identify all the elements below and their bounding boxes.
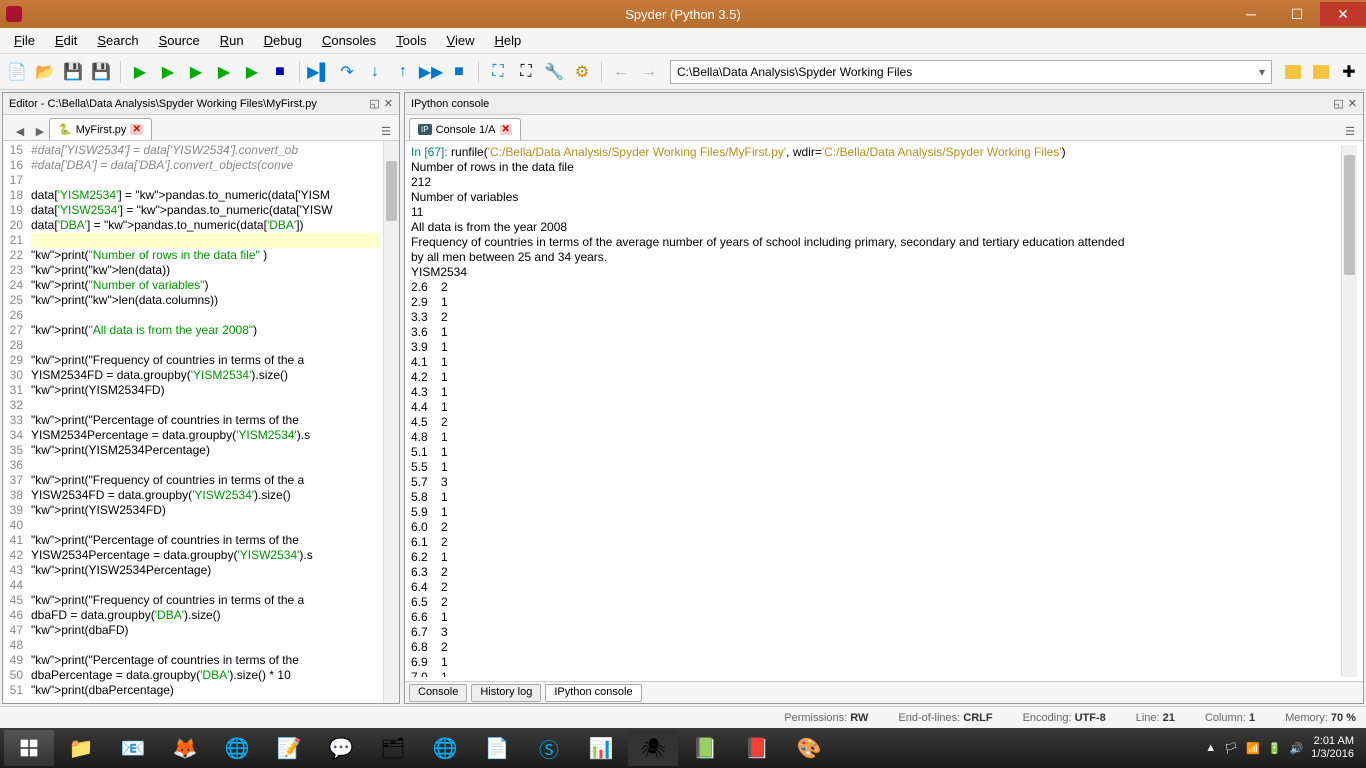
maximize-pane-button[interactable]: ⛶ (485, 59, 511, 85)
ipython-icon: IP (418, 124, 432, 135)
editor-tab[interactable]: 🐍 MyFirst.py ✕ (49, 118, 152, 140)
menu-tools[interactable]: Tools (388, 30, 434, 51)
step-over-button[interactable]: ↷ (334, 59, 360, 85)
tab-options-icon[interactable]: ☰ (377, 122, 395, 140)
chrome-task[interactable]: 🌐 (212, 730, 262, 766)
save-all-button[interactable]: 💾 (88, 59, 114, 85)
tray-clock[interactable]: 2:01 AM 1/3/2016 (1311, 735, 1354, 761)
main-toolbar: 📄 📂 💾 💾 ▶ ▶ ▶ ▶ ▶ ■ ▶▌ ↷ ↓ ↑ ▶▶ ■ ⛶ ⛶ 🔧 … (0, 54, 1366, 90)
console-bottom-tabs: ConsoleHistory logIPython console (405, 681, 1363, 703)
pane-undock-icon[interactable]: ◱ (1333, 97, 1343, 110)
start-button[interactable] (4, 730, 54, 766)
pane-close-icon[interactable]: ✕ (384, 97, 393, 110)
app-icon (6, 6, 22, 22)
run-button[interactable]: ▶ (127, 59, 153, 85)
browse-dir-button[interactable] (1280, 59, 1306, 85)
tab-close-icon[interactable]: ✕ (130, 124, 142, 135)
editor-pane: Editor - C:\Bella\Data Analysis\Spyder W… (2, 92, 400, 704)
prev-tab-icon[interactable]: ◀ (11, 122, 29, 140)
preferences-button[interactable]: 🔧 (541, 59, 567, 85)
stop-debug-button[interactable]: ■ (446, 59, 472, 85)
save-button[interactable]: 💾 (60, 59, 86, 85)
menu-consoles[interactable]: Consoles (314, 30, 384, 51)
excel-task[interactable]: 📗 (680, 730, 730, 766)
parent-dir-button[interactable] (1308, 59, 1334, 85)
outlook-task[interactable]: 📧 (108, 730, 158, 766)
run-cell-button[interactable]: ▶ (155, 59, 181, 85)
close-button[interactable]: ✕ (1320, 2, 1366, 26)
console-pane-title: IPython console ◱ ✕ (405, 93, 1363, 115)
paint-task[interactable]: 🎨 (784, 730, 834, 766)
notepadpp-task[interactable]: 📝 (264, 730, 314, 766)
bottom-tab-console[interactable]: Console (409, 684, 467, 702)
continue-button[interactable]: ▶▶ (418, 59, 444, 85)
word-task[interactable]: 📄 (472, 730, 522, 766)
maximize-button[interactable]: ☐ (1274, 2, 1320, 26)
forward-button[interactable]: → (636, 59, 662, 85)
app-task-2[interactable]: 🌐 (420, 730, 470, 766)
menu-source[interactable]: Source (151, 30, 208, 51)
console-output[interactable]: In [67]: runfile('C:/Bella/Data Analysis… (405, 141, 1363, 681)
fullscreen-button[interactable]: ⛶ (513, 59, 539, 85)
new-file-button[interactable]: 📄 (4, 59, 30, 85)
acrobat-task[interactable]: 📕 (732, 730, 782, 766)
bottom-tab-ipython-console[interactable]: IPython console (545, 684, 641, 702)
step-into-button[interactable]: ↓ (362, 59, 388, 85)
editor-pane-title: Editor - C:\Bella\Data Analysis\Spyder W… (3, 93, 399, 115)
minimize-button[interactable]: ─ (1228, 2, 1274, 26)
menu-search[interactable]: Search (89, 30, 146, 51)
back-button[interactable]: ← (608, 59, 634, 85)
menu-run[interactable]: Run (212, 30, 252, 51)
tray-up-icon[interactable]: ▲ (1205, 742, 1216, 754)
editor-scrollbar[interactable] (383, 141, 399, 703)
step-out-button[interactable]: ↑ (390, 59, 416, 85)
app-task-1[interactable]: 🗂 (368, 730, 418, 766)
set-dir-button[interactable]: ✚ (1336, 59, 1362, 85)
console-tab[interactable]: IP Console 1/A ✕ (409, 118, 521, 140)
menu-view[interactable]: View (439, 30, 483, 51)
console-pane: IPython console ◱ ✕ IP Console 1/A ✕ ☰ I… (404, 92, 1364, 704)
tray-battery-icon[interactable]: 🔋 (1268, 742, 1282, 755)
spyder-task[interactable]: 🕷 (628, 730, 678, 766)
firefox-task[interactable]: 🦊 (160, 730, 210, 766)
menu-file[interactable]: File (6, 30, 43, 51)
run-selection-button[interactable]: ▶ (211, 59, 237, 85)
tray-network-icon[interactable]: 📶 (1246, 742, 1260, 755)
tab-close-icon[interactable]: ✕ (500, 124, 512, 135)
menu-bar: FileEditSearchSourceRunDebugConsolesTool… (0, 28, 1366, 54)
code-editor[interactable]: 1516171819202122232425262728293031323334… (3, 141, 399, 703)
run-cell-advance-button[interactable]: ▶ (183, 59, 209, 85)
status-bar: Permissions: RW End-of-lines: CRLF Encod… (0, 706, 1366, 728)
skype-task[interactable]: Ⓢ (524, 730, 574, 766)
windows-taskbar: 📁 📧 🦊 🌐 📝 💬 🗂 🌐 📄 Ⓢ 📊 🕷 📗 📕 🎨 ▲ 🏳 📶 🔋 🔊 … (0, 728, 1366, 768)
run-again-button[interactable]: ▶ (239, 59, 265, 85)
pane-undock-icon[interactable]: ◱ (369, 97, 379, 110)
console-options-icon[interactable]: ☰ (1341, 122, 1359, 140)
debug-button[interactable]: ▶▌ (306, 59, 332, 85)
next-tab-icon[interactable]: ▶ (31, 122, 49, 140)
python-file-icon: 🐍 (58, 123, 72, 136)
tray-volume-icon[interactable]: 🔊 (1289, 742, 1303, 755)
menu-help[interactable]: Help (486, 30, 529, 51)
title-bar: Spyder (Python 3.5) ─ ☐ ✕ (0, 0, 1366, 28)
pane-close-icon[interactable]: ✕ (1348, 97, 1357, 110)
app-task-3[interactable]: 📊 (576, 730, 626, 766)
menu-edit[interactable]: Edit (47, 30, 85, 51)
bottom-tab-history-log[interactable]: History log (471, 684, 541, 702)
stop-button[interactable]: ■ (267, 59, 293, 85)
menu-debug[interactable]: Debug (256, 30, 310, 51)
console-scrollbar[interactable] (1341, 145, 1357, 677)
tray-flag-icon[interactable]: 🏳 (1224, 742, 1238, 755)
file-explorer-task[interactable]: 📁 (56, 730, 106, 766)
open-file-button[interactable]: 📂 (32, 59, 58, 85)
system-tray[interactable]: ▲ 🏳 📶 🔋 🔊 2:01 AM 1/3/2016 (1205, 735, 1362, 761)
window-title: Spyder (Python 3.5) (625, 7, 741, 22)
working-directory-input[interactable]: C:\Bella\Data Analysis\Spyder Working Fi… (670, 60, 1272, 84)
python-path-button[interactable]: ⚙ (569, 59, 595, 85)
gtalk-task[interactable]: 💬 (316, 730, 366, 766)
